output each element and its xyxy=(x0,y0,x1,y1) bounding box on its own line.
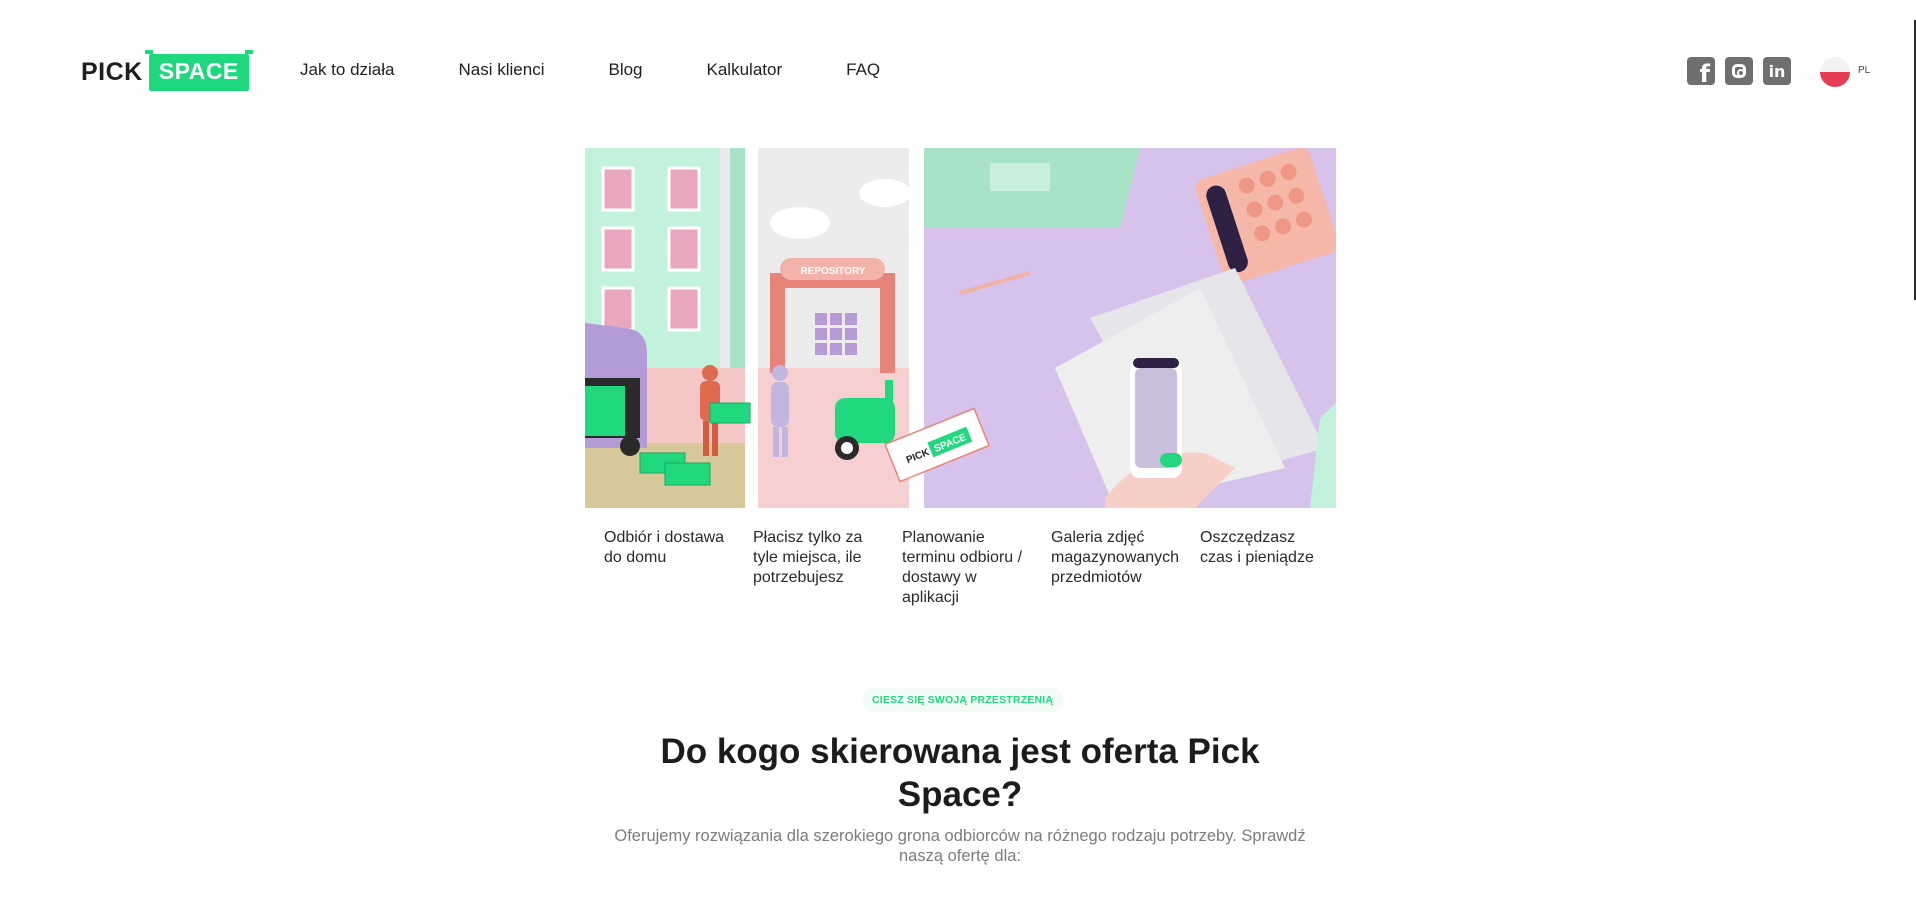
feature-item: Oszczędzasz czas i pieniądze xyxy=(1200,528,1349,608)
hero-illustration-svg: REPOSITORY PICK SPACE xyxy=(585,148,1336,508)
instagram-icon[interactable] xyxy=(1725,57,1753,85)
feature-item: Płacisz tylko za tyle miejsca, ile potrz… xyxy=(753,528,902,608)
language-switcher[interactable]: PL xyxy=(1820,57,1870,87)
social-links: f in xyxy=(1687,57,1791,88)
nav-link-nasi-klienci[interactable]: Nasi klienci xyxy=(459,60,545,80)
feature-text: Odbiór i dostawa do domu xyxy=(604,529,725,566)
repository-sign: REPOSITORY xyxy=(800,266,865,277)
feature-text: Oszczędzasz czas i pieniądze xyxy=(1200,529,1314,566)
pick-space-logo[interactable]: PICK SPACE xyxy=(81,49,253,92)
nav-link-faq[interactable]: FAQ xyxy=(846,60,880,80)
section-heading: Do kogo skierowana jest oferta Pick Spac… xyxy=(660,732,1260,814)
feature-item: Planowanie terminu odbioru / dostawy w a… xyxy=(902,528,1051,608)
feature-text: Płacisz tylko za tyle miejsca, ile potrz… xyxy=(753,529,863,586)
logo-pick-text: PICK xyxy=(81,57,143,86)
panel-delivery-illustration xyxy=(585,148,751,508)
section-badge: CIESZ SIĘ SWOJĄ PRZESTRZENIĄ xyxy=(862,688,1064,712)
feature-item: Galeria zdjęć magazynowanych przedmiotów xyxy=(1051,528,1200,608)
feature-item: Odbiór i dostawa do domu xyxy=(604,528,753,608)
main-nav: Jak to działa Nasi klienci Blog Kalkulat… xyxy=(300,60,944,80)
panel-desk-illustration: PICK SPACE xyxy=(884,148,1336,508)
section-subtext: Oferujemy rozwiązania dla szerokiego gro… xyxy=(614,827,1306,865)
feature-text: Galeria zdjęć magazynowanych przedmiotów xyxy=(1051,529,1180,586)
nav-link-kalkulator[interactable]: Kalkulator xyxy=(707,60,783,80)
hero-illustration: REPOSITORY PICK SPACE xyxy=(585,148,1336,508)
nav-link-jak-to-dziala[interactable]: Jak to działa xyxy=(300,60,395,80)
feature-text: Planowanie terminu odbioru / dostawy w a… xyxy=(902,529,1023,606)
facebook-icon[interactable]: f xyxy=(1687,57,1715,88)
feature-list: Odbiór i dostawa do domu Płacisz tylko z… xyxy=(604,528,1349,608)
site-header: PICK SPACE Jak to działa Nasi klienci Bl… xyxy=(0,0,1916,145)
logo-space-text: SPACE xyxy=(144,49,253,91)
language-code: PL xyxy=(1858,64,1871,76)
panel-repository-illustration: REPOSITORY xyxy=(758,148,911,508)
nav-link-blog[interactable]: Blog xyxy=(608,60,642,80)
poland-flag-icon xyxy=(1820,57,1850,87)
linkedin-icon[interactable]: in xyxy=(1763,57,1791,85)
